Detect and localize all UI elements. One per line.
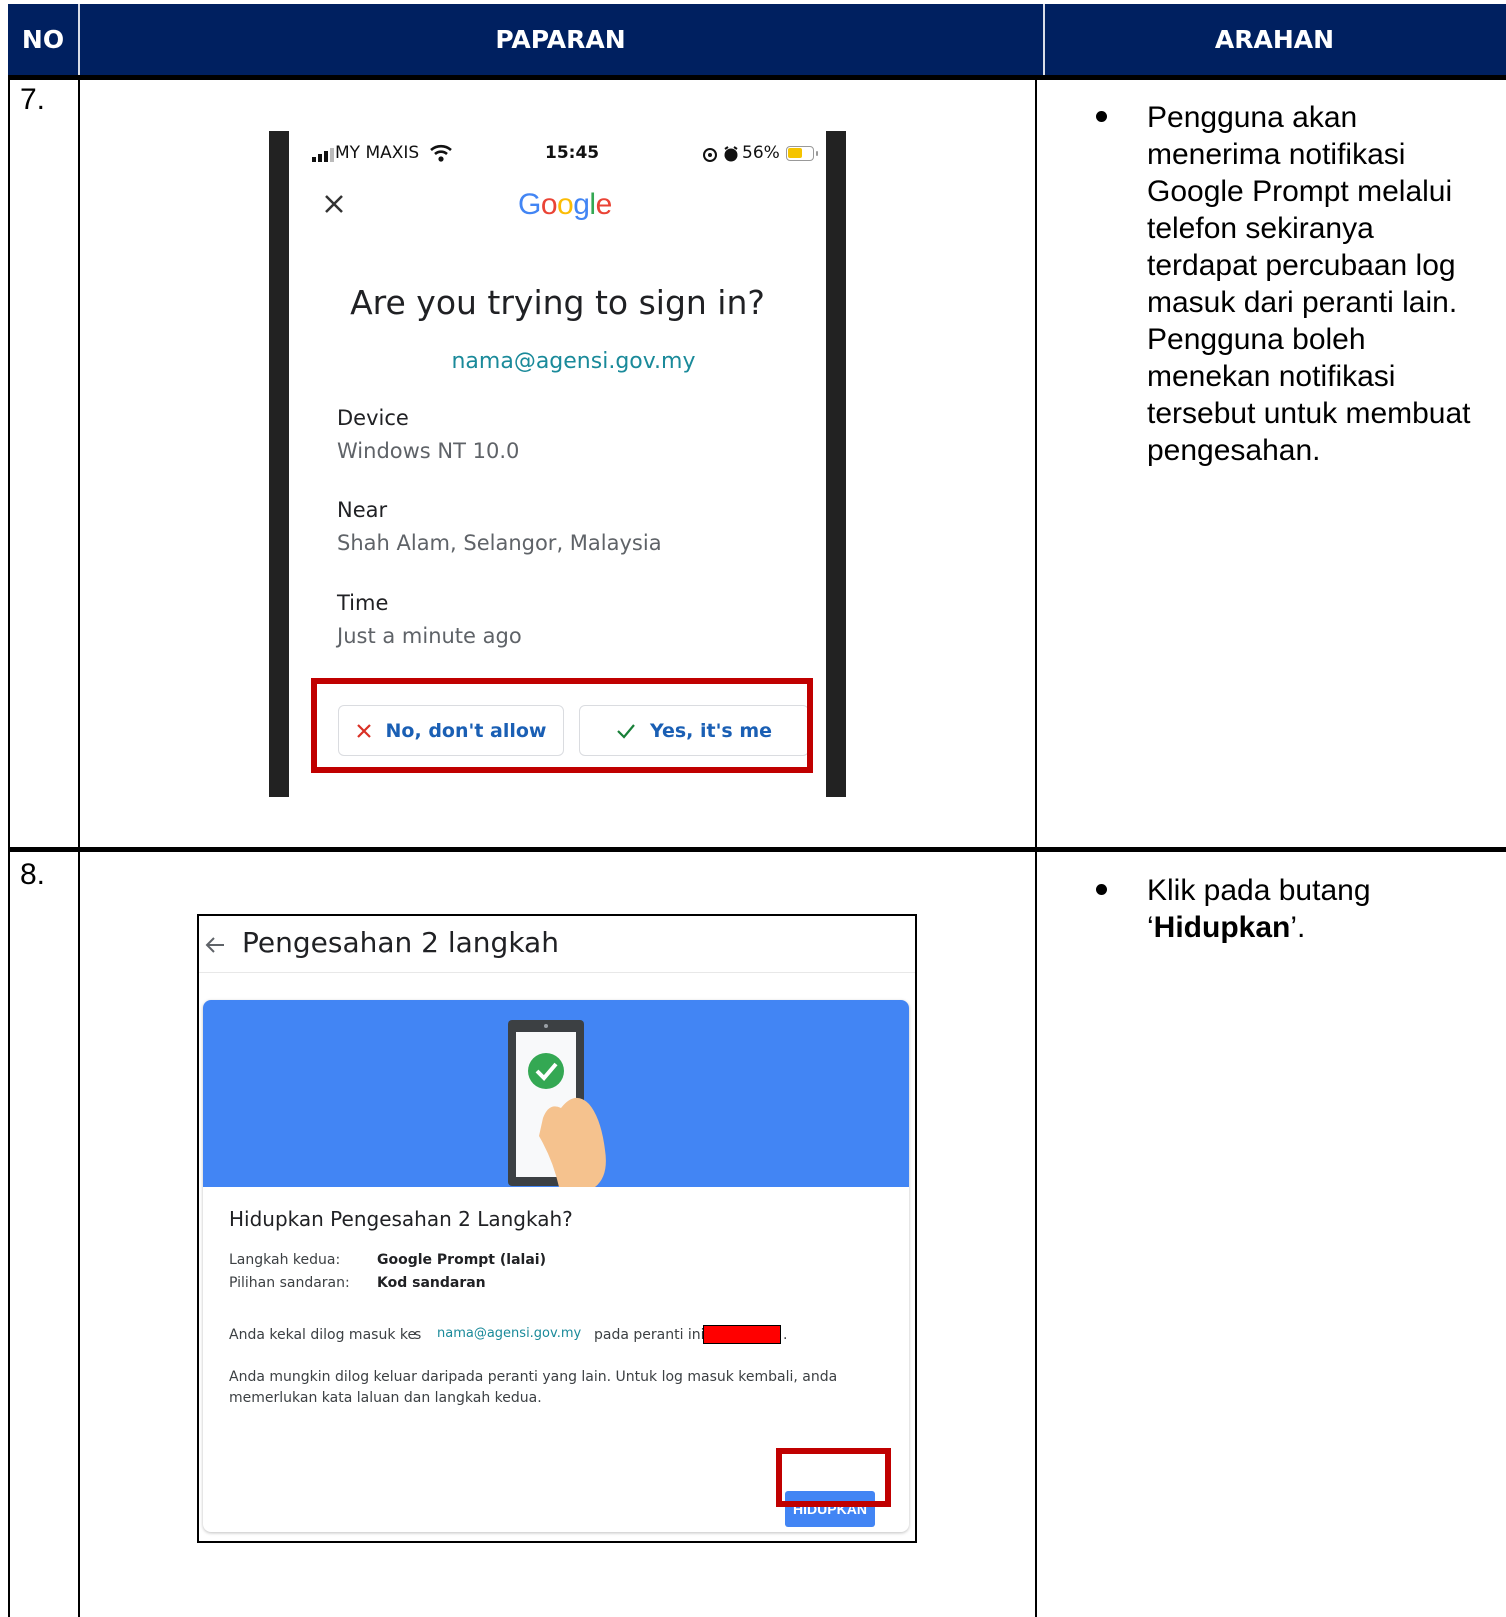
banner-illustration: [203, 1000, 909, 1187]
column-line: [78, 75, 80, 1617]
clock-icon: [724, 146, 738, 162]
instruction-line: menerima notifikasi: [1147, 138, 1406, 171]
highlight-box: [311, 678, 813, 773]
page-title: Pengesahan 2 langkah: [242, 926, 559, 959]
table-header: NO PAPARAN ARAHAN: [8, 4, 1506, 75]
instruction-bold: Hidupkan: [1153, 911, 1291, 944]
keep-text-fragment: s: [414, 1327, 422, 1343]
instruction-line: ‘Hidupkan’.: [1147, 909, 1502, 946]
header-paparan: PAPARAN: [495, 25, 626, 54]
quote-mark: ‘: [1147, 911, 1154, 944]
note-line: Anda mungkin dilog keluar daripada peran…: [229, 1369, 838, 1385]
back-arrow-icon[interactable]: [204, 934, 226, 956]
time-label: Time: [337, 591, 389, 615]
prompt-question: Are you trying to sign in?: [350, 283, 765, 322]
alarm-icon: [703, 148, 717, 162]
backup-label: Pilihan sandaran:: [229, 1275, 350, 1291]
instruction-text: Pengguna akan menerima notifikasi Google…: [1147, 99, 1502, 469]
redacted-device: [703, 1325, 781, 1344]
phone-check-icon: [508, 1020, 606, 1187]
instruction-line: terdapat percubaan log: [1147, 249, 1456, 282]
instruction-line: Pengguna boleh: [1147, 323, 1366, 356]
row-number: 7.: [20, 83, 46, 116]
row-divider: [8, 75, 1506, 80]
header-divider: [78, 4, 80, 75]
step-value: Google Prompt (lalai): [377, 1252, 546, 1268]
header-no: NO: [21, 25, 65, 54]
quote-mark: ’.: [1290, 911, 1306, 944]
near-value: Shah Alam, Selangor, Malaysia: [337, 531, 662, 555]
column-line: [8, 75, 10, 1617]
header-arahan: ARAHAN: [1214, 25, 1335, 54]
close-icon[interactable]: [319, 189, 349, 219]
card-heading: Hidupkan Pengesahan 2 Langkah?: [229, 1207, 573, 1231]
battery-icon: [786, 146, 818, 161]
instruction-text: Klik pada butang ‘Hidupkan’.: [1147, 872, 1502, 946]
battery-percent: 56%: [742, 143, 780, 163]
status-time: 15:45: [545, 143, 600, 163]
keep-text-end: .: [783, 1327, 788, 1343]
google-logo: Google: [518, 188, 612, 221]
backup-value: Kod sandaran: [377, 1275, 486, 1291]
keep-text: Anda kekal dilog masuk ke: [229, 1327, 417, 1343]
account-email: nama@agensi.gov.my: [451, 349, 696, 374]
instruction-line: masuk dari peranti lain.: [1147, 286, 1458, 319]
instruction-line: pengesahan.: [1147, 434, 1321, 467]
header-divider: [1043, 4, 1045, 75]
time-value: Just a minute ago: [337, 624, 522, 648]
keep-email: nama@agensi.gov.my: [437, 1326, 582, 1341]
instruction-line: tersebut untuk membuat: [1147, 397, 1471, 430]
step-label: Langkah kedua:: [229, 1252, 341, 1268]
instruction-line: menekan notifikasi: [1147, 360, 1396, 393]
instruction-line: Pengguna akan: [1147, 101, 1358, 134]
divider: [199, 972, 915, 973]
near-label: Near: [337, 498, 388, 522]
instruction-line: Google Prompt melalui: [1147, 175, 1453, 208]
signal-icon: [312, 148, 334, 162]
row-number: 8.: [20, 858, 46, 891]
device-label: Device: [337, 406, 409, 430]
highlight-box: [776, 1448, 891, 1507]
wifi-icon: [430, 144, 452, 162]
instruction-line: Klik pada butang: [1147, 874, 1371, 907]
keep-text-device: pada peranti ini:: [594, 1327, 710, 1343]
bullet-icon: [1096, 884, 1107, 895]
column-line: [1035, 75, 1037, 1617]
instruction-line: telefon sekiranya: [1147, 212, 1374, 245]
carrier-name: MY MAXIS: [335, 143, 420, 163]
row-divider: [8, 847, 1506, 852]
bullet-icon: [1096, 111, 1107, 122]
note-line: memerlukan kata laluan dan langkah kedua…: [229, 1390, 542, 1406]
device-value: Windows NT 10.0: [337, 439, 520, 463]
